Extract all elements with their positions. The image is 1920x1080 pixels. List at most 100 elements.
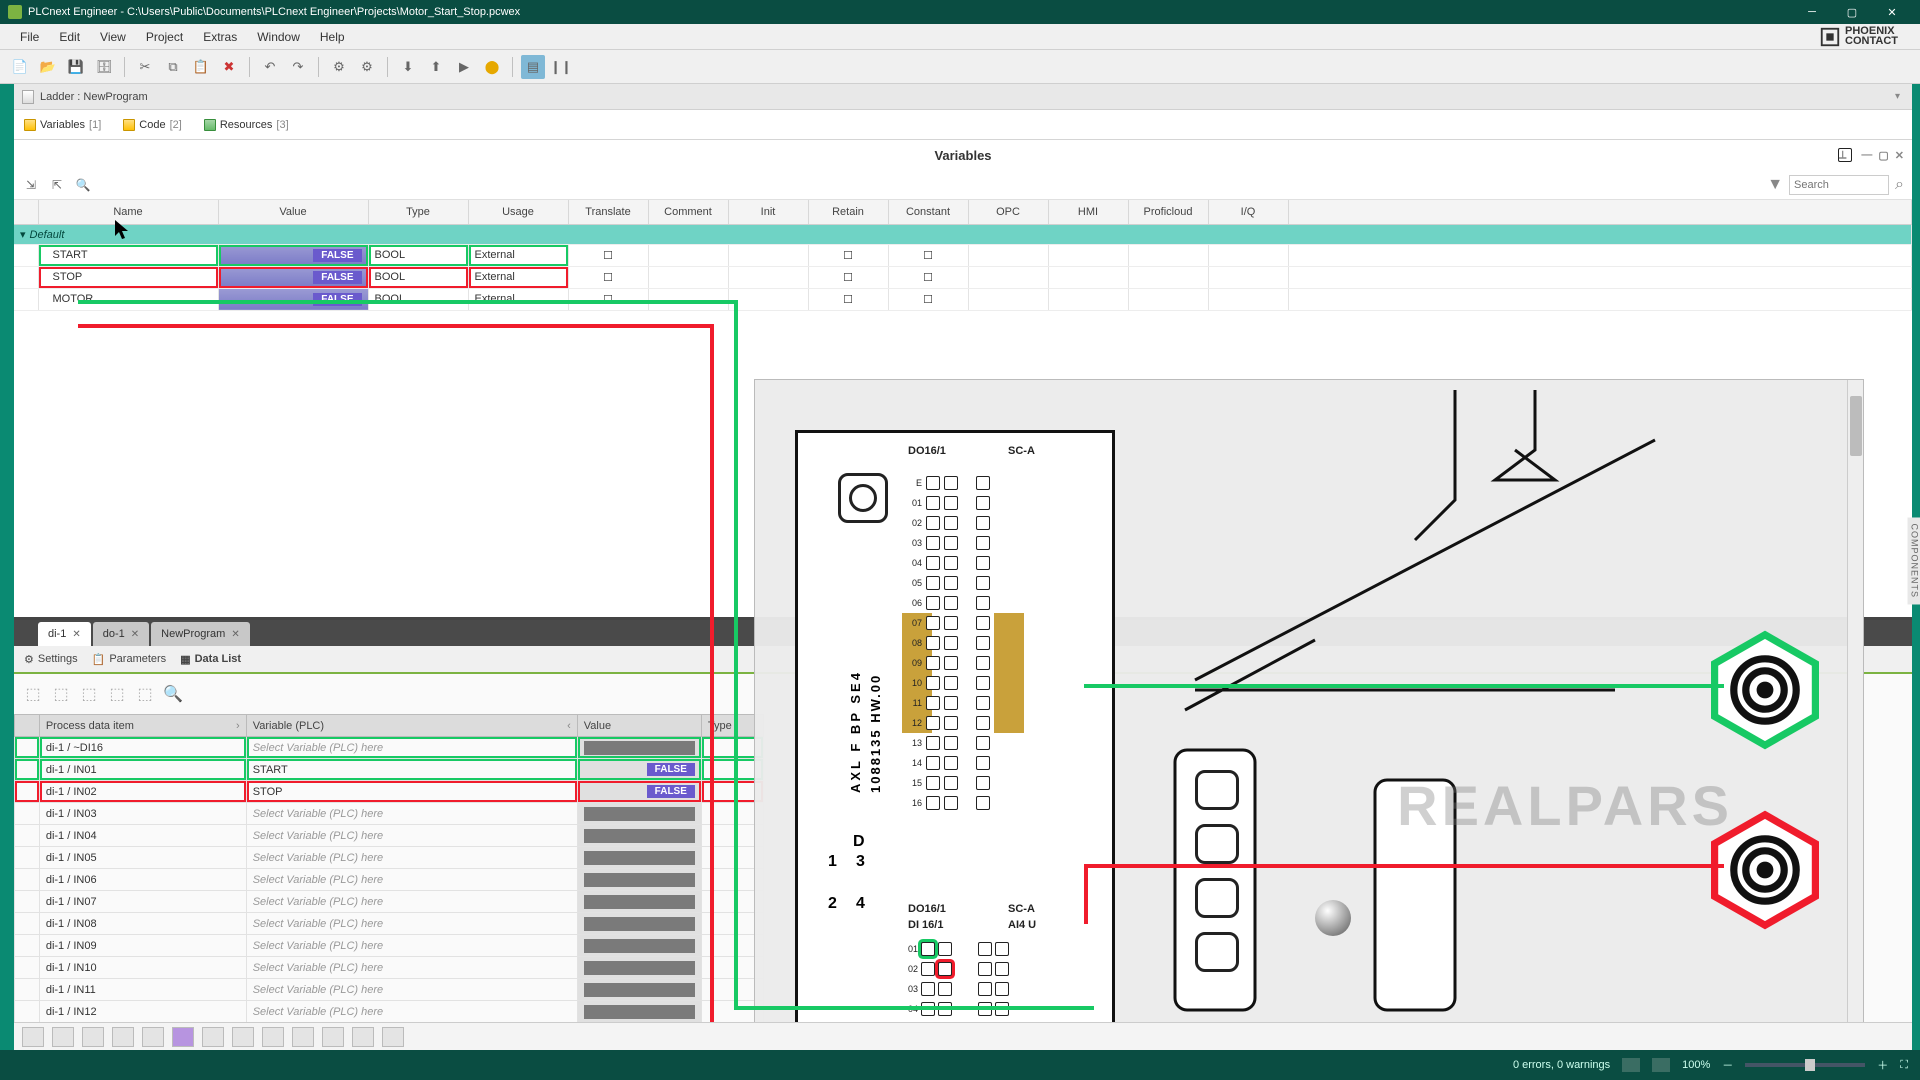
bt-3[interactable] (82, 1027, 104, 1047)
lt-a[interactable]: ⬚ (24, 685, 42, 703)
col-value[interactable]: Value (218, 200, 368, 224)
pin-icon[interactable]: ⟂ (1838, 148, 1852, 162)
tab-resources[interactable]: Resources[3] (198, 115, 295, 135)
tool-f[interactable]: ⬤ (480, 55, 504, 79)
col-pdi[interactable]: Process data item› (39, 715, 246, 737)
col-vpl[interactable]: Variable (PLC)‹ (246, 715, 577, 737)
zoom-out-button[interactable]: － (1722, 1057, 1733, 1073)
tab-code[interactable]: Code[2] (117, 115, 188, 135)
bt-1[interactable] (22, 1027, 44, 1047)
bt-9[interactable] (262, 1027, 284, 1047)
search-input[interactable] (1789, 175, 1889, 195)
undo-button[interactable]: ↶ (258, 55, 282, 79)
datalist-row[interactable]: di-1 / IN10Select Variable (PLC) here (15, 957, 764, 979)
datalist-row[interactable]: di-1 / IN08Select Variable (PLC) here (15, 913, 764, 935)
zoom-fit-button[interactable]: ⛶ (1900, 1059, 1908, 1072)
layout-b[interactable]: ❙❙ (549, 55, 573, 79)
status-chip-a[interactable] (1622, 1058, 1640, 1072)
menu-project[interactable]: Project (136, 27, 193, 47)
redo-button[interactable]: ↷ (286, 55, 310, 79)
slot-d[interactable] (1195, 932, 1239, 972)
min-button[interactable]: — (1861, 149, 1872, 162)
close-pane-button[interactable]: ✕ (1895, 149, 1904, 162)
menu-file[interactable]: File (10, 27, 49, 47)
subtab-parameters[interactable]: 📋Parameters (92, 653, 167, 666)
overlay-scrollbar[interactable] (1847, 380, 1863, 1038)
col-io[interactable]: I/Q (1208, 200, 1288, 224)
menu-edit[interactable]: Edit (49, 27, 90, 47)
slot-a[interactable] (1195, 770, 1239, 810)
group-row[interactable]: ▾Default (14, 224, 1912, 244)
tool-d[interactable]: ⬆ (424, 55, 448, 79)
lower-tab[interactable]: NewProgram✕ (151, 622, 250, 646)
datalist-row[interactable]: di-1 / IN06Select Variable (PLC) here (15, 869, 764, 891)
lt-search-icon[interactable]: 🔍 (164, 685, 182, 703)
tool-b[interactable]: ⚙ (355, 55, 379, 79)
start-hex-button[interactable] (1705, 630, 1825, 750)
menu-window[interactable]: Window (247, 27, 310, 47)
datalist-row[interactable]: di-1 / IN04Select Variable (PLC) here (15, 825, 764, 847)
filter-icon[interactable]: ▼ (1767, 176, 1783, 194)
bt-2[interactable] (52, 1027, 74, 1047)
lt-b[interactable]: ⬚ (52, 685, 70, 703)
bt-7[interactable] (202, 1027, 224, 1047)
datalist-row[interactable]: di-1 / IN02STOPFALSE (15, 781, 764, 803)
editor-chevron-icon[interactable]: ▾ (1891, 91, 1904, 102)
collapse-icon[interactable]: ⇲ (22, 176, 40, 194)
tool-c[interactable]: ⬇ (396, 55, 420, 79)
lt-e[interactable]: ⬚ (136, 685, 154, 703)
sidebar-right-label[interactable]: COMPONENTS (1908, 517, 1920, 604)
delete-button[interactable]: ✖ (217, 55, 241, 79)
minimize-button[interactable]: ─ (1792, 0, 1832, 24)
bt-13[interactable] (382, 1027, 404, 1047)
status-errors[interactable]: 0 errors, 0 warnings (1513, 1059, 1610, 1071)
menu-help[interactable]: Help (310, 27, 355, 47)
menu-view[interactable]: View (90, 27, 136, 47)
bt-4[interactable] (112, 1027, 134, 1047)
subtab-settings[interactable]: ⚙Settings (24, 653, 78, 666)
bt-10[interactable] (292, 1027, 314, 1047)
tab-close-icon[interactable]: ✕ (131, 629, 139, 640)
col-value[interactable]: Value (577, 715, 701, 737)
bt-11[interactable] (322, 1027, 344, 1047)
close-button[interactable]: ✕ (1872, 0, 1912, 24)
col-usage[interactable]: Usage (468, 200, 568, 224)
subtab-datalist[interactable]: ▦Data List (180, 653, 241, 666)
variable-row[interactable]: STARTFALSEBOOLExternal☐☐☐ (14, 244, 1912, 266)
col-retain[interactable]: Retain (808, 200, 888, 224)
layout-a[interactable]: ▤ (521, 55, 545, 79)
datalist-row[interactable]: di-1 / ~DI16Select Variable (PLC) here (15, 737, 764, 759)
datalist-row[interactable]: di-1 / IN07Select Variable (PLC) here (15, 891, 764, 913)
datalist-row[interactable]: di-1 / IN01STARTFALSE (15, 759, 764, 781)
bt-5[interactable] (142, 1027, 164, 1047)
copy-button[interactable]: ⧉ (161, 55, 185, 79)
lt-d[interactable]: ⬚ (108, 685, 126, 703)
menu-extras[interactable]: Extras (193, 27, 247, 47)
col-constant[interactable]: Constant (888, 200, 968, 224)
zoom-in-button[interactable]: ＋ (1877, 1057, 1888, 1073)
variable-row[interactable]: MOTORFALSEBOOLExternal☐☐☐ (14, 288, 1912, 310)
datalist-row[interactable]: di-1 / IN05Select Variable (PLC) here (15, 847, 764, 869)
status-chip-b[interactable] (1652, 1058, 1670, 1072)
cut-button[interactable]: ✂ (133, 55, 157, 79)
slot-b[interactable] (1195, 824, 1239, 864)
bt-6[interactable] (172, 1027, 194, 1047)
paste-button[interactable]: 📋 (189, 55, 213, 79)
tool-a[interactable]: ⚙ (327, 55, 351, 79)
variable-row[interactable]: STOPFALSEBOOLExternal☐☐☐ (14, 266, 1912, 288)
col-hmi[interactable]: HMI (1048, 200, 1128, 224)
col-opc[interactable]: OPC (968, 200, 1048, 224)
tab-close-icon[interactable]: ✕ (231, 629, 239, 640)
open-button[interactable]: 📂 (36, 55, 60, 79)
col-proficloud[interactable]: Proficloud (1128, 200, 1208, 224)
tab-variables[interactable]: Variables[1] (18, 115, 107, 135)
datalist-row[interactable]: di-1 / IN09Select Variable (PLC) here (15, 935, 764, 957)
col-type[interactable]: Type (368, 200, 468, 224)
save-button[interactable]: 💾 (64, 55, 88, 79)
col-translate[interactable]: Translate (568, 200, 648, 224)
col-comment[interactable]: Comment (648, 200, 728, 224)
datalist-row[interactable]: di-1 / IN03Select Variable (PLC) here (15, 803, 764, 825)
saveall-button[interactable]: 🗄 (92, 55, 116, 79)
slot-c[interactable] (1195, 878, 1239, 918)
lower-tab[interactable]: do-1✕ (93, 622, 149, 646)
